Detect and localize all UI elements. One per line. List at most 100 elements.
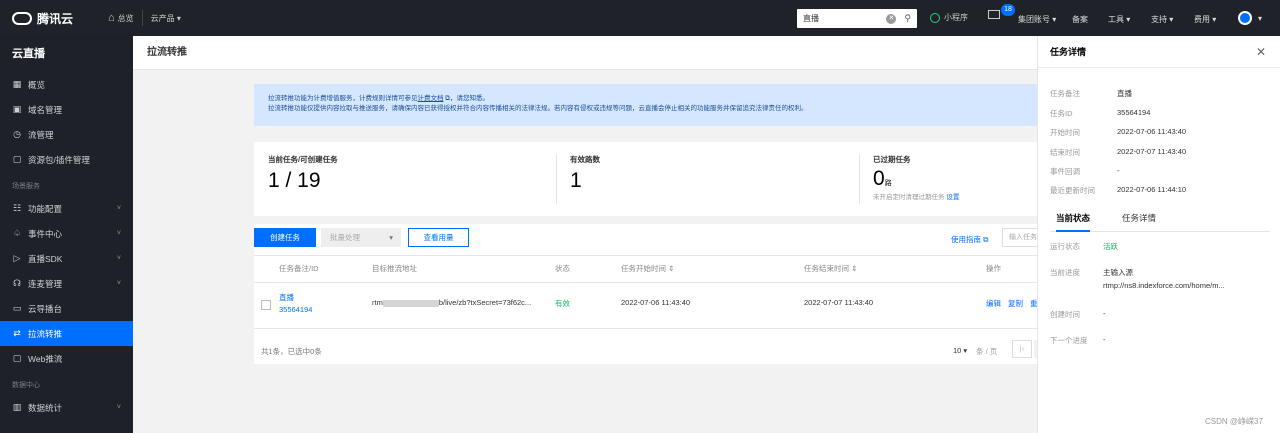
billing-doc-link[interactable]: 计费文档 [418,95,444,102]
chevron-down-icon: ˅ [116,255,121,262]
col-header-url: 目标推流地址 [372,264,417,273]
sidebar-item-label: 连麦管理 [28,278,63,289]
home-icon: ⌂ [108,12,115,24]
mail-icon[interactable] [988,10,1000,19]
field-label: 任务ID [1050,109,1073,118]
watermark: CSDN @峥嵘37 [1205,417,1263,426]
page-size-select[interactable]: 10 ▾ [953,346,967,355]
mail-badge: 18 [1001,4,1015,16]
sidebar-item-sdk[interactable]: ▷ 直播SDK ˅ [0,246,133,271]
chevron-down-icon: ˅ [116,230,121,237]
guide-label: 使用指南 [951,235,981,244]
sidebar-item-mic[interactable]: ☊ 连麦管理 ˅ [0,271,133,296]
task-note-link[interactable]: 直播 [279,292,294,303]
selection-summary: 共1条，已选中0条 [261,347,322,356]
col-header-start[interactable]: 任务开始时间 ⇕ [621,256,674,282]
field-value: 2022-07-06 11:43:40 [1117,127,1187,136]
grid-icon: ▦ [12,79,22,89]
progress-value: 主输入源 [1103,268,1133,277]
copy-link[interactable]: 复制 [1008,298,1023,309]
nav-billing[interactable]: 费用 ▾ [1194,14,1216,25]
cleanup-settings-link[interactable]: 设置 [946,194,959,201]
miniprogram-link[interactable]: 小程序 [930,12,968,23]
transfer-icon: ⇄ [13,328,21,338]
sidebar-section-data: 数据中心 [12,382,40,389]
top-navbar: 腾讯云 ⌂ 总览 云产品 ▾ [0,0,1280,36]
sidebar-item-plugin[interactable]: ▢ 资源包/插件管理 [0,147,133,172]
home-label: 总览 [117,13,134,23]
sidebar-item-label: Web推流 [28,353,63,364]
view-usage-button[interactable]: 查看用量 [408,228,469,247]
clear-icon[interactable]: ✕ [886,13,897,24]
sidebar-item-director[interactable]: ▭ 云导播台 [0,296,133,321]
col-header-actions: 操作 [986,264,1001,273]
panel-title: 任务详情 [1038,36,1280,68]
sidebar-item-config[interactable]: ☷ 功能配置 ˅ [0,196,133,221]
sidebar-item-label: 数据统计 [28,402,63,413]
usage-guide-link[interactable]: 使用指南 ⧉ [951,234,988,245]
nav-support[interactable]: 支持 ▾ [1151,14,1173,25]
sidebar-item-stats[interactable]: ▥ 数据统计 ˅ [0,395,133,420]
progress-url: rtmp://ns8.indexforce.com/home/m... [1103,281,1225,290]
divider [254,282,1044,283]
edit-link[interactable]: 编辑 [986,298,1001,309]
create-time-label: 创建时间 [1050,310,1080,319]
sidebar-item-stream[interactable]: ◷ 流管理 [0,122,133,147]
search-icon[interactable]: ⚲ [904,13,911,24]
miniprogram-label: 小程序 [944,13,968,22]
stat-value: 1 / 19 [268,169,321,192]
sidebar-item-web-push[interactable]: ▢ Web推流 [0,346,133,371]
stat-label: 有效路数 [570,155,600,164]
run-status-label: 运行状态 [1050,242,1080,251]
stat-label: 当前任务/可创建任务 [268,155,338,164]
stats-card: 当前任务/可创建任务 1 / 19 有效路数 1 已过期任务 0路 未开启定时清… [254,142,1044,216]
stat-current-tasks: 当前任务/可创建任务 1 / 19 [268,154,528,202]
search-input[interactable]: 直播 [803,13,886,24]
field-label: 结束时间 [1050,148,1080,157]
nav-tools[interactable]: 工具 ▾ [1108,14,1130,25]
global-search[interactable]: 直播 ✕ ⚲ [797,9,917,28]
stream-icon: ◷ [13,129,21,139]
panel-tabs: 当前状态 任务详情 [1050,212,1270,232]
sidebar-item-label: 概览 [28,79,46,90]
avatar[interactable] [1238,11,1252,25]
stat-value: 1 [570,169,582,192]
nav-group-account[interactable]: 集团账号 ▾ [1018,14,1056,25]
divider [556,154,557,204]
domain-icon: ▣ [12,104,22,114]
tencent-cloud-logo[interactable]: 腾讯云 [12,10,84,27]
sidebar-item-label: 域名管理 [28,104,63,115]
task-detail-panel: 任务详情 ✕ 任务备注 直播 任务ID 35564194 开始时间 2022-0… [1037,36,1280,433]
field-label: 事件回调 [1050,167,1080,176]
field-value: - [1117,166,1120,175]
close-icon[interactable]: ✕ [1256,45,1266,59]
col-header-task: 任务备注/ID [279,264,319,273]
end-time: 2022-07-07 11:43:40 [804,298,874,307]
sidebar-item-pull-push[interactable]: ⇄ 拉流转推 [0,321,133,346]
products-menu[interactable]: 云产品 ▾ [151,13,181,24]
avatar-chevron-icon[interactable]: ▾ [1258,14,1262,23]
nav-filing[interactable]: 备案 [1072,14,1088,25]
row-checkbox[interactable] [261,300,271,310]
chevron-down-icon: ˅ [116,205,121,212]
create-task-button[interactable]: 创建任务 [254,228,316,247]
monitor-icon: ▭ [12,303,22,313]
notice-text: 拉流转推功能为计费增值服务，计费规则详情可参见 [268,95,418,102]
status-badge: 有效 [555,299,570,308]
sidebar-item-domain[interactable]: ▣ 域名管理 [0,97,133,122]
home-link[interactable]: ⌂ 总览 [108,12,134,24]
stat-value: 0 [873,167,885,190]
col-header-end[interactable]: 任务结束时间 ⇕ [804,256,857,282]
batch-process-select[interactable]: 批量处理 ▾ [321,228,401,247]
tab-current-status[interactable]: 当前状态 [1056,212,1091,232]
target-url: rtm b/live/zb?txSecret=73f62c... [372,298,531,307]
tab-task-detail[interactable]: 任务详情 [1122,212,1156,232]
sidebar-item-overview[interactable]: ▦ 概览 [0,72,133,97]
next-progress-value: - [1103,335,1106,344]
first-page-button[interactable]: |‹ [1012,340,1032,358]
task-id-link[interactable]: 35564194 [279,305,312,314]
sidebar-item-events[interactable]: ♤ 事件中心 ˅ [0,221,133,246]
progress-label: 当前进度 [1050,268,1080,277]
sidebar-item-label: 直播SDK [28,253,63,264]
bell-icon: ♤ [12,228,22,238]
